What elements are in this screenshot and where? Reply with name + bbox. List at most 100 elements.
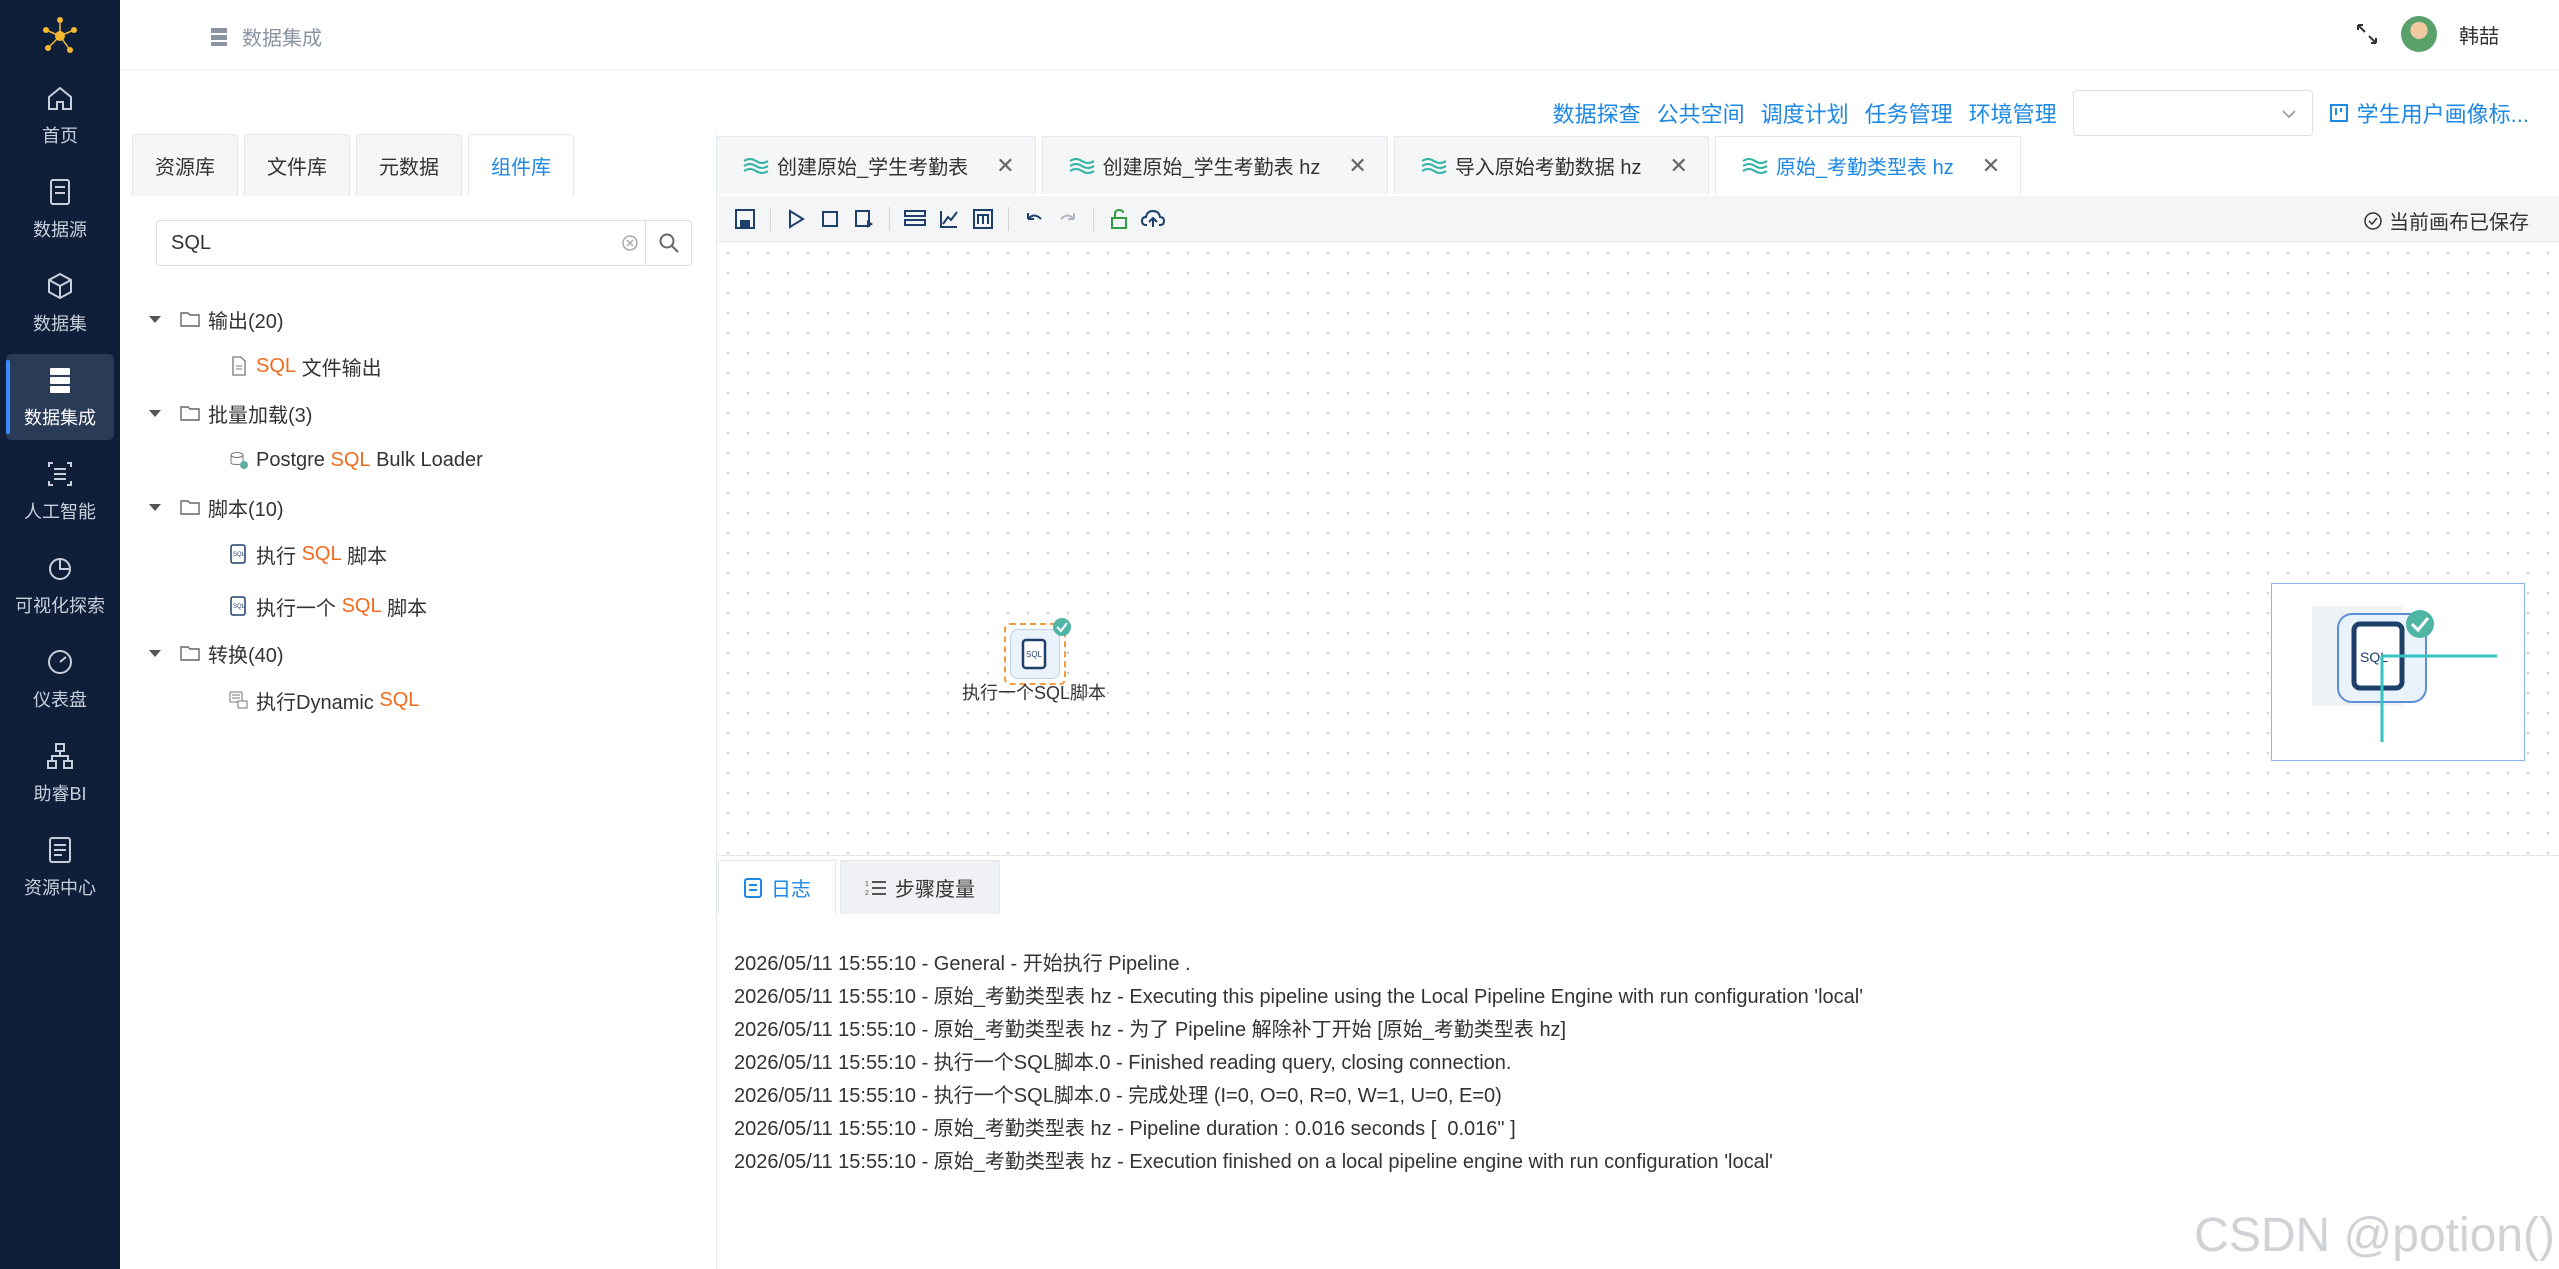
- log-line: 2026/05/11 15:55:10 - 原始_考勤类型表 hz - Exec…: [734, 1151, 1773, 1173]
- board-icon: [2329, 104, 2348, 122]
- module-icon: [973, 208, 993, 229]
- tree-leaf[interactable]: SQL 执行一个 SQL 脚本: [144, 582, 704, 630]
- search-box: [156, 220, 692, 266]
- left-nav: 首页 数据源 数据集 数据集成 人工智能 可视化探索 仪表盘 助睿BI 资源中心: [0, 0, 120, 1269]
- clear-icon: [622, 235, 638, 251]
- close-icon[interactable]: ✕: [1670, 153, 1688, 179]
- nav-ai[interactable]: 人工智能: [6, 448, 114, 534]
- log-line: 2026/05/11 15:55:10 - General - 开始执行 Pip…: [734, 953, 1191, 975]
- leaf-highlight: SQL: [379, 688, 420, 711]
- nav-label: 助睿BI: [33, 784, 87, 804]
- link-schedule[interactable]: 调度计划: [1761, 97, 1849, 129]
- close-icon[interactable]: ✕: [1982, 153, 2000, 179]
- unlock-icon: [1111, 208, 1127, 229]
- editor-tab[interactable]: 创建原始_学生考勤表 hz ✕: [1041, 136, 1388, 194]
- tree-folder-label: 转换(40): [208, 644, 284, 667]
- editor-tab-label: 创建原始_学生考勤表: [777, 157, 969, 179]
- dataset-icon: [48, 272, 72, 300]
- metrics-button[interactable]: [934, 204, 964, 234]
- dynamic-sql-icon: [229, 691, 248, 709]
- log-line: 2026/05/11 15:55:10 - 原始_考勤类型表 hz - Exec…: [734, 986, 1864, 1008]
- editor-tab-active[interactable]: 原始_考勤类型表 hz ✕: [1714, 136, 2022, 194]
- link-public-space[interactable]: 公共空间: [1657, 97, 1745, 129]
- tree-folder-output[interactable]: 输出(20): [144, 296, 704, 342]
- undo-button[interactable]: [1019, 204, 1049, 234]
- clear-button[interactable]: [615, 221, 645, 265]
- log-line: 2026/05/11 15:55:10 - 执行一个SQL脚本.0 - Fini…: [734, 1052, 1512, 1074]
- document-icon: [744, 877, 762, 898]
- grid-icon: [904, 209, 926, 226]
- link-explore[interactable]: 数据探查: [1553, 97, 1641, 129]
- toolbar-divider: [889, 206, 890, 231]
- save-icon: [735, 208, 755, 229]
- nav-dashboard[interactable]: 仪表盘: [6, 636, 114, 722]
- tab-repository[interactable]: 资源库: [132, 134, 238, 196]
- tree-leaf[interactable]: SQL 执行 SQL 脚本: [144, 530, 704, 578]
- tab-files[interactable]: 文件库: [244, 134, 350, 196]
- editor-tab[interactable]: 导入原始考勤数据 hz ✕: [1393, 136, 1709, 194]
- module-button[interactable]: [968, 204, 998, 234]
- save-button[interactable]: [730, 204, 760, 234]
- tab-log[interactable]: 日志: [718, 860, 836, 914]
- check-circle-icon: [2364, 211, 2382, 230]
- editor-tab-label: 导入原始考勤数据 hz: [1454, 157, 1642, 179]
- toolbar-divider: [770, 206, 771, 231]
- layout-button[interactable]: [900, 204, 930, 234]
- leaf-highlight: SQL: [341, 594, 382, 617]
- editor-tabs: 创建原始_学生考勤表 ✕ 创建原始_学生考勤表 hz ✕ 导入原始考勤数据 hz…: [716, 136, 2022, 194]
- tab-metadata[interactable]: 元数据: [356, 134, 462, 196]
- project-link[interactable]: 学生用户画像标...: [2329, 97, 2529, 129]
- pipeline-canvas[interactable]: SQL 执行一个SQL脚本 SQL: [718, 243, 2559, 855]
- tree-folder-bulk[interactable]: 批量加载(3): [144, 390, 704, 436]
- search-button[interactable]: [645, 221, 691, 265]
- nav-bi[interactable]: 助睿BI: [6, 730, 114, 816]
- svg-text:SQL: SQL: [1026, 650, 1043, 659]
- bottom-tabs: 日志 12 步骤度量: [718, 860, 1000, 914]
- nav-datasource[interactable]: 数据源: [6, 166, 114, 252]
- chevron-down-icon: [2282, 110, 2296, 119]
- run-button[interactable]: [781, 204, 811, 234]
- leaf-highlight: SQL: [301, 542, 342, 565]
- close-icon[interactable]: ✕: [1348, 153, 1366, 179]
- nav-integration[interactable]: 数据集成: [6, 354, 114, 440]
- svg-text:2: 2: [865, 890, 869, 897]
- tree-leaf[interactable]: SQL 文件输出: [144, 342, 704, 390]
- tab-step-metrics[interactable]: 12 步骤度量: [840, 860, 1000, 914]
- preview-button[interactable]: [849, 204, 879, 234]
- chart-icon: [49, 558, 71, 580]
- folder-icon: [180, 646, 200, 661]
- canvas-toolbar: 当前画布已保存: [718, 196, 2559, 242]
- file-icon: [232, 356, 246, 376]
- editor-tab[interactable]: 创建原始_学生考勤表 ✕: [716, 136, 1036, 194]
- tree-folder-transform[interactable]: 转换(40): [144, 630, 704, 676]
- tree-folder-script[interactable]: 脚本(10): [144, 484, 704, 530]
- link-env[interactable]: 环境管理: [1969, 97, 2057, 129]
- search-input[interactable]: [157, 221, 615, 265]
- link-tasks[interactable]: 任务管理: [1865, 97, 1953, 129]
- tree-leaf[interactable]: 执行Dynamic SQL: [144, 676, 704, 724]
- app-root: 首页 数据源 数据集 数据集成 人工智能 可视化探索 仪表盘 助睿BI 资源中心…: [0, 0, 2559, 1269]
- tree-folder-label: 批量加载(3): [208, 404, 313, 427]
- nav-visual[interactable]: 可视化探索: [6, 542, 114, 628]
- nav-resource[interactable]: 资源中心: [6, 824, 114, 910]
- redo-button[interactable]: [1053, 204, 1083, 234]
- minimap[interactable]: SQL: [2271, 583, 2525, 761]
- leaf-suffix: 脚本: [341, 545, 388, 568]
- sql-script-icon: SQL: [230, 544, 246, 564]
- unlock-button[interactable]: [1104, 204, 1134, 234]
- avatar[interactable]: [2401, 16, 2437, 52]
- log-line: 2026/05/11 15:55:10 - 原始_考勤类型表 hz - Pipe…: [734, 1118, 1516, 1140]
- pipeline-node[interactable]: SQL: [1004, 618, 1071, 685]
- stop-button[interactable]: [815, 204, 845, 234]
- close-icon[interactable]: ✕: [996, 153, 1014, 179]
- fullscreen-icon[interactable]: [2355, 22, 2379, 46]
- user-name[interactable]: 韩喆: [2459, 20, 2499, 49]
- nav-home[interactable]: 首页: [6, 72, 114, 158]
- nav-dataset[interactable]: 数据集: [6, 260, 114, 346]
- tree-leaf[interactable]: Postgre SQL Bulk Loader: [144, 436, 704, 484]
- log-output: 2026/05/11 15:55:10 - General - 开始执行 Pip…: [734, 948, 1863, 1179]
- tab-components[interactable]: 组件库: [468, 134, 574, 196]
- env-select[interactable]: [2072, 90, 2313, 136]
- toolbar-divider: [1008, 206, 1009, 231]
- upload-button[interactable]: [1138, 204, 1168, 234]
